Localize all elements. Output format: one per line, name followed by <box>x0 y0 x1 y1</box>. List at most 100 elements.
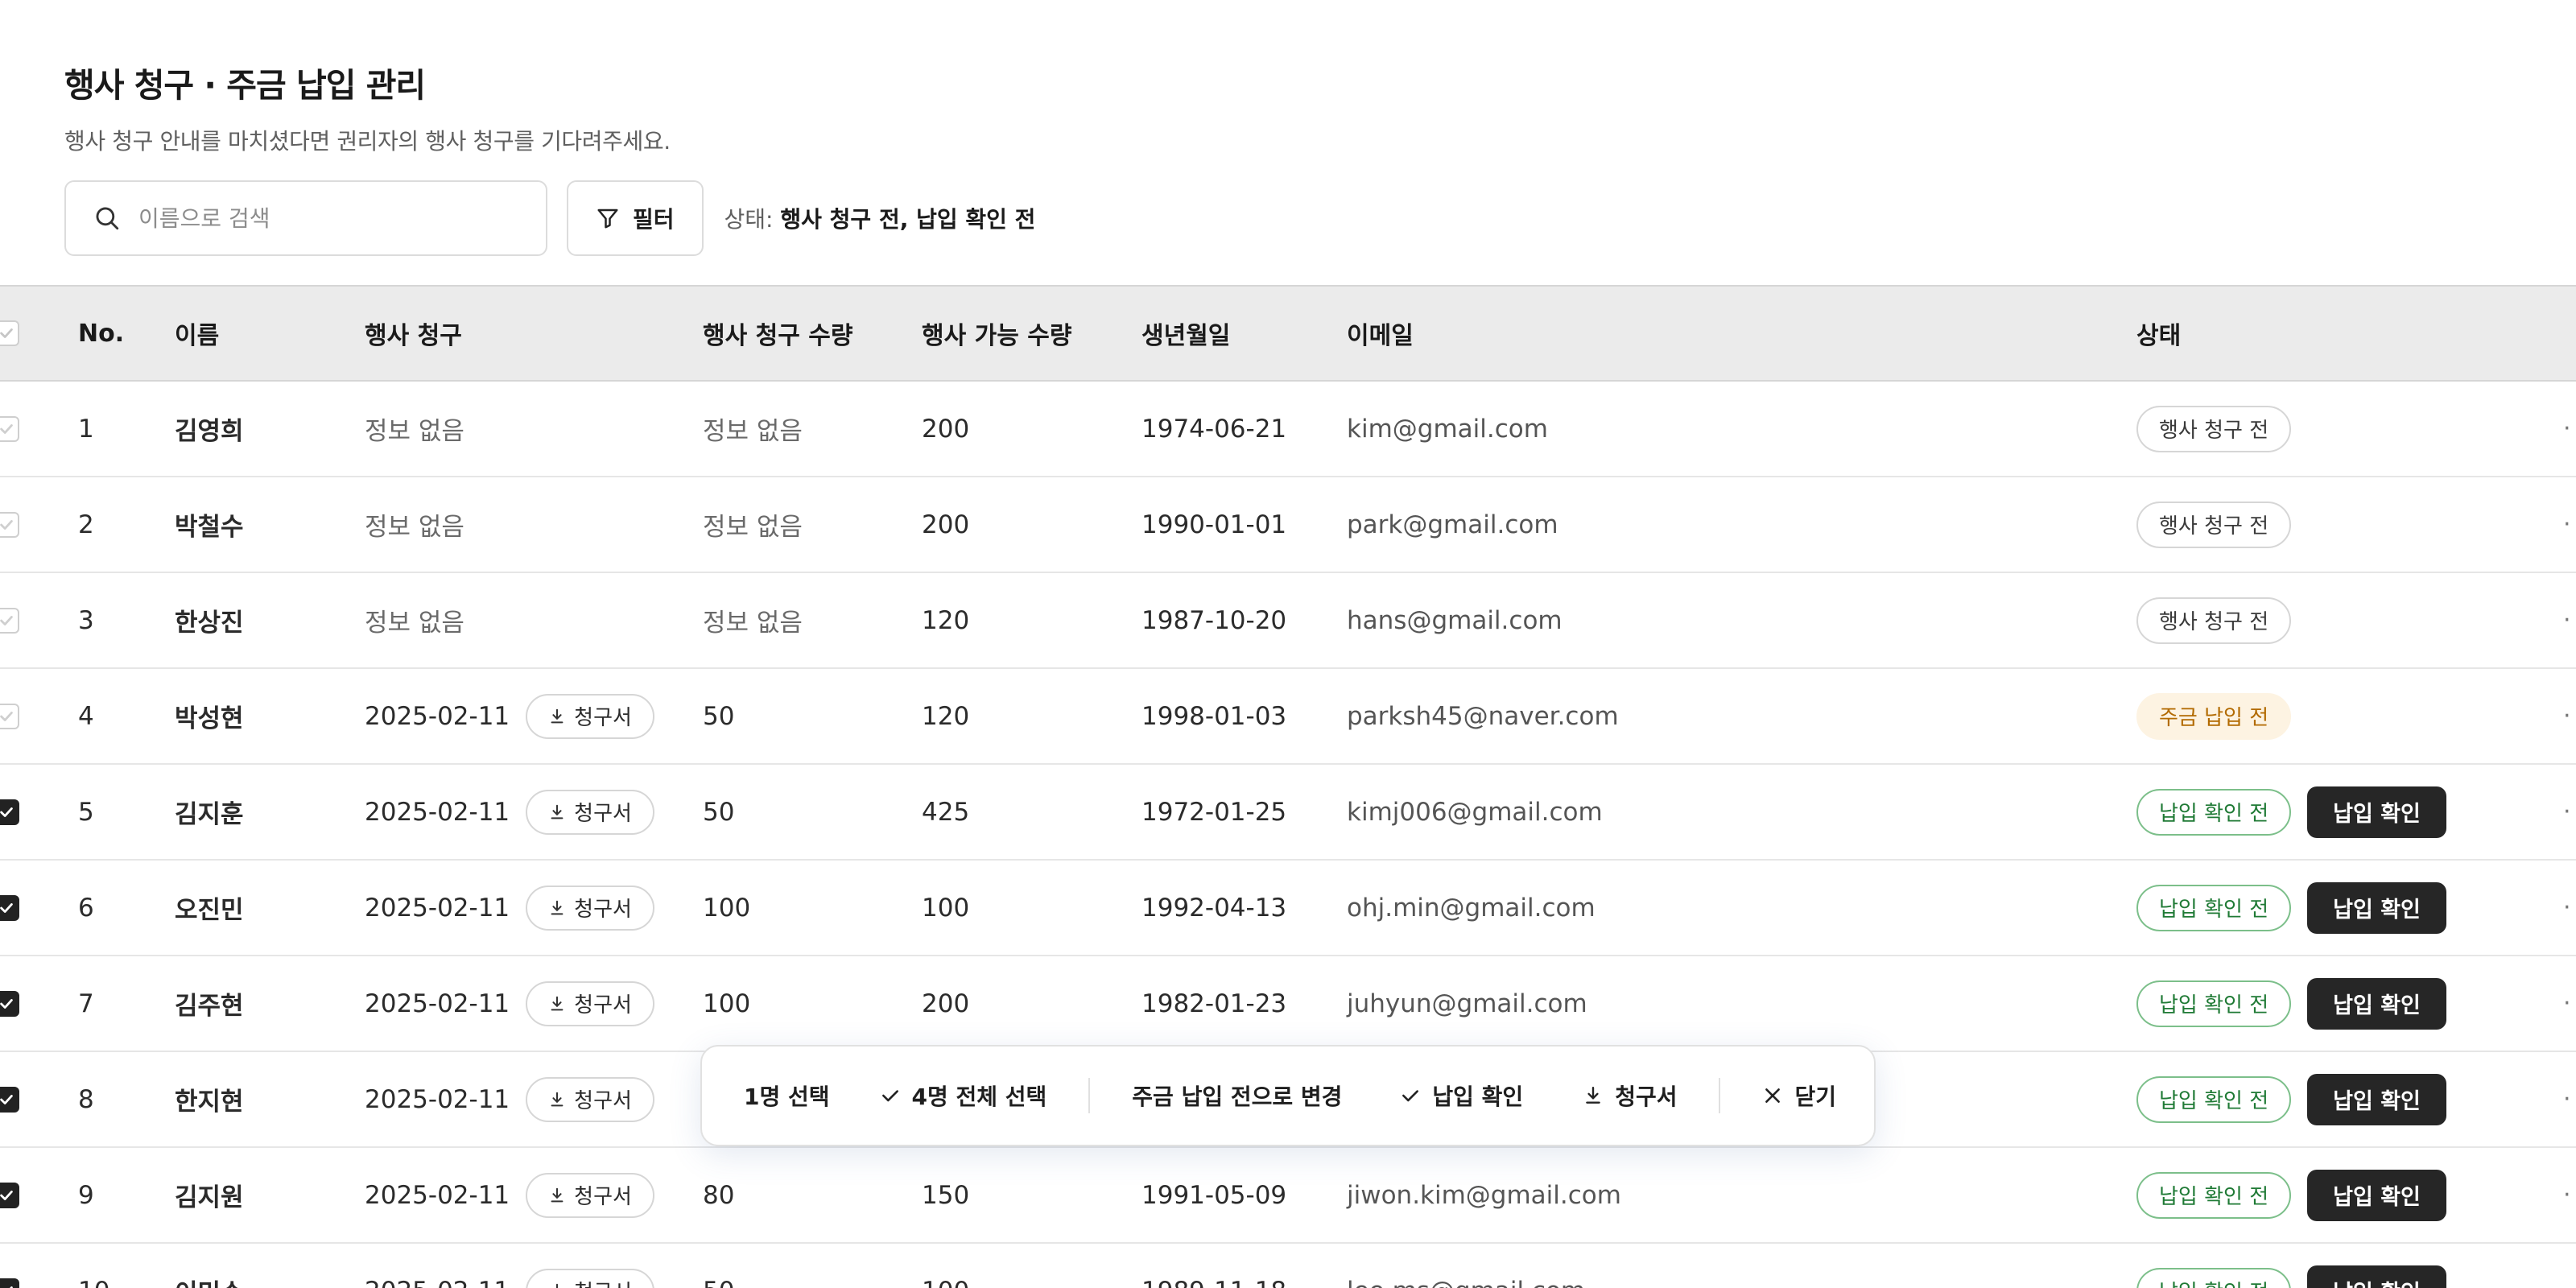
header-claim[interactable]: 행사 청구 <box>365 287 462 380</box>
table-row[interactable]: 7 김주현 2025-02-11 청구서 100 200 1982-01-23 juhyun@… <box>0 956 2576 1052</box>
row-claim: 2025-02-11 청구서 <box>365 669 654 763</box>
check-icon <box>0 519 13 530</box>
row-claim: 정보 없음 <box>365 477 464 572</box>
row-claim-value: 2025-02-11 <box>365 1277 510 1288</box>
row-checkbox[interactable] <box>0 415 19 442</box>
close-button[interactable]: 닫기 <box>1762 1080 1836 1112</box>
row-more-menu[interactable]: · <box>2563 477 2571 572</box>
row-claim-qty: 50 <box>703 701 735 731</box>
row-more-menu[interactable]: · <box>2563 765 2571 859</box>
confirm-payment-button[interactable]: 납입 확인 <box>2307 977 2446 1030</box>
check-icon <box>1402 1090 1419 1102</box>
header-birth[interactable]: 생년월일 <box>1141 287 1230 380</box>
confirm-payment-button[interactable]: 납입 확인 <box>2307 786 2446 838</box>
confirm-payment-button[interactable]: 납입 확인 <box>2307 1265 2446 1288</box>
row-checkbox[interactable] <box>0 1182 19 1208</box>
row-no: 9 <box>78 1180 94 1210</box>
filter-label: 필터 <box>633 206 675 233</box>
row-checkbox[interactable] <box>0 799 19 825</box>
invoice-download-button[interactable]: 청구서 <box>526 980 654 1026</box>
table-row[interactable]: 1 김영희 정보 없음 정보 없음 200 1974-06-21 kim@gmail.com… <box>0 382 2576 477</box>
page-description: 행사 청구 안내를 마치셨다면 권리자의 행사 청구를 기다려주세요. <box>64 128 671 155</box>
change-status-button[interactable]: 주금 납입 전으로 변경 <box>1132 1080 1342 1112</box>
invoice-download-button[interactable]: 청구서 <box>526 1076 654 1122</box>
toolbar: 필터 상태: 행사 청구 전, 납입 확인 전 <box>64 180 1035 256</box>
row-avail-qty: 100 <box>922 1244 969 1288</box>
invoice-label: 청구서 <box>574 706 632 730</box>
row-checkbox[interactable] <box>0 607 19 634</box>
invoice-download-button[interactable]: 청구서 <box>526 1172 654 1218</box>
header-claim-qty[interactable]: 행사 청구 수량 <box>703 287 853 380</box>
invoice-download-button[interactable]: 청구서 <box>526 693 654 739</box>
table-row[interactable]: 4 박성현 2025-02-11 청구서 50 120 1998-01-03 parksh45… <box>0 669 2576 765</box>
confirm-payment-button[interactable]: 납입 확인 <box>2307 881 2446 934</box>
table-row[interactable]: 3 한상진 정보 없음 정보 없음 120 1987-10-20 hans@gmail.co… <box>0 573 2576 669</box>
row-no: 7 <box>78 989 94 1018</box>
table-row[interactable]: 2 박철수 정보 없음 정보 없음 200 1990-01-01 park@gmail.co… <box>0 477 2576 573</box>
search-box[interactable] <box>64 180 547 256</box>
row-more-menu[interactable]: · <box>2563 382 2571 476</box>
row-more-menu[interactable]: · <box>2563 573 2571 667</box>
confirm-payment-button[interactable]: 납입 확인 <box>2307 1073 2446 1125</box>
invoice-label: 청구서 <box>574 898 632 922</box>
row-avail-qty: 120 <box>922 701 970 731</box>
row-name: 박성현 <box>175 704 244 733</box>
row-avail-qty: 200 <box>922 414 970 444</box>
bulk-confirm-button[interactable]: 납입 확인 <box>1400 1080 1523 1112</box>
row-checkbox[interactable] <box>0 703 19 729</box>
row-checkbox[interactable] <box>0 894 19 921</box>
row-name: 김지훈 <box>175 800 244 829</box>
table-row[interactable]: 9 김지원 2025-02-11 청구서 80 150 1991-05-09 jiwon.ki… <box>0 1148 2576 1244</box>
status-badge: 행사 청구 전 <box>2136 597 2292 644</box>
row-birth: 1972-01-25 <box>1141 797 1287 827</box>
table-row[interactable]: 10 이민수 2025-02-11 청구서 50 100 1989-11-18 lee.ms@… <box>0 1244 2576 1288</box>
row-more-menu[interactable]: · <box>2563 956 2571 1051</box>
download-icon <box>556 1283 559 1288</box>
row-status: 행사 청구 전 <box>2136 573 2292 667</box>
check-icon <box>0 328 13 338</box>
invoice-download-button[interactable]: 청구서 <box>526 1268 654 1288</box>
search-input[interactable] <box>138 204 509 232</box>
invoice-download-button[interactable]: 청구서 <box>526 789 654 835</box>
header-avail-qty[interactable]: 행사 가능 수량 <box>922 287 1072 380</box>
select-all-checkbox[interactable] <box>0 320 19 346</box>
row-more-menu[interactable]: · <box>2563 861 2571 955</box>
invoice-label: 청구서 <box>574 1185 632 1209</box>
row-checkbox[interactable] <box>0 990 19 1017</box>
row-more-menu[interactable]: · <box>2563 1052 2571 1146</box>
row-checkbox[interactable] <box>0 1278 19 1288</box>
row-checkbox[interactable] <box>0 511 19 538</box>
row-more-menu[interactable]: · <box>2563 1244 2571 1288</box>
table-row[interactable]: 6 오진민 2025-02-11 청구서 100 100 1992-04-13 ohj.min… <box>0 861 2576 956</box>
bulk-invoice-button[interactable]: 청구서 <box>1583 1080 1677 1112</box>
divider <box>1088 1078 1091 1113</box>
filter-button[interactable]: 필터 <box>567 180 704 256</box>
header-email[interactable]: 이메일 <box>1347 287 1414 380</box>
row-no: 6 <box>78 893 94 923</box>
status-badge: 행사 청구 전 <box>2136 405 2292 452</box>
row-avail-qty: 200 <box>922 510 970 539</box>
row-claim-value: 2025-02-11 <box>365 1180 510 1210</box>
select-all-label: 4명 전체 선택 <box>911 1084 1047 1110</box>
row-more-menu[interactable]: · <box>2563 1148 2571 1242</box>
invoice-download-button[interactable]: 청구서 <box>526 885 654 931</box>
header-no[interactable]: No. <box>78 287 124 380</box>
row-more-menu[interactable]: · <box>2563 669 2571 763</box>
row-status: 납입 확인 전 납입 확인 <box>2136 1052 2446 1146</box>
download-icon <box>551 1187 564 1202</box>
divider <box>1719 1078 1721 1113</box>
row-no: 2 <box>78 510 94 539</box>
row-claim: 2025-02-11 청구서 <box>365 1052 654 1146</box>
select-all-button[interactable]: 4명 전체 선택 <box>880 1080 1047 1112</box>
row-status: 납입 확인 전 납입 확인 <box>2136 1148 2446 1242</box>
header-name[interactable]: 이름 <box>175 287 219 380</box>
row-checkbox[interactable] <box>0 1086 19 1113</box>
page-title: 행사 청구 · 주금 납입 관리 <box>64 66 426 105</box>
header-status[interactable]: 상태 <box>2136 287 2181 380</box>
row-name: 김영희 <box>175 417 244 446</box>
row-checkbox-cell <box>0 669 26 763</box>
status-filter-prefix: 상태: <box>724 206 774 233</box>
confirm-payment-button[interactable]: 납입 확인 <box>2307 1169 2446 1221</box>
table-row[interactable]: 5 김지훈 2025-02-11 청구서 50 425 1972-01-25 kimj006@… <box>0 765 2576 861</box>
row-claim-value: 2025-02-11 <box>365 701 510 731</box>
